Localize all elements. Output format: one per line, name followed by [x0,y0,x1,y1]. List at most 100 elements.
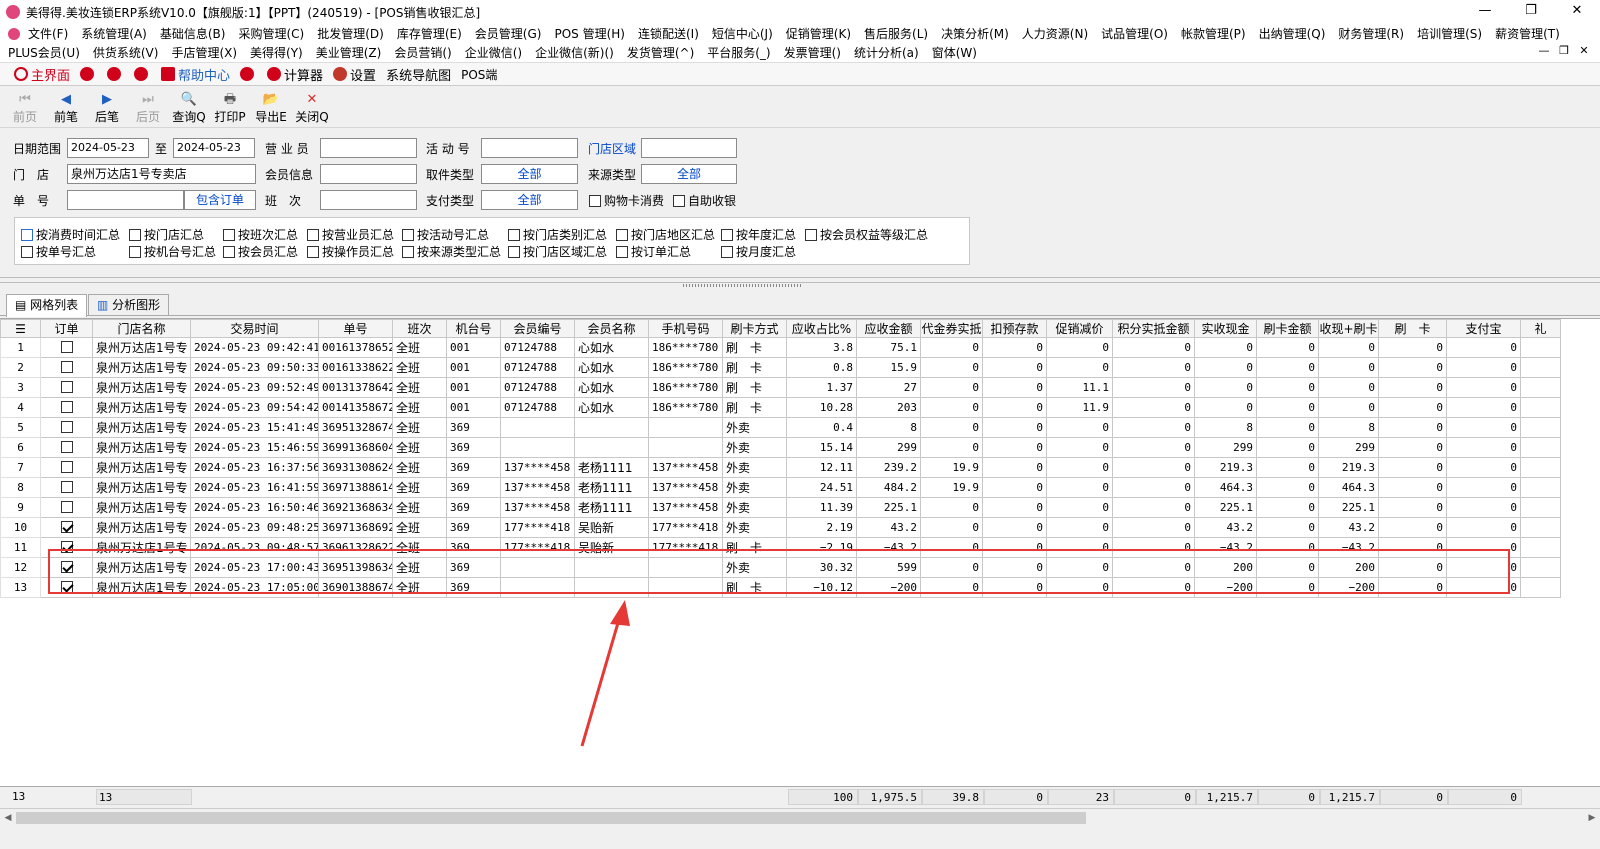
column-header[interactable]: 应收占比% [786,319,857,338]
order-checkbox[interactable] [60,361,73,373]
menu-item-row2-3[interactable]: 美得得(Y) [250,44,303,61]
lock-button[interactable] [80,67,97,81]
order-checkbox-cell[interactable] [40,577,93,598]
column-header[interactable]: 交易时间 [190,319,319,338]
summary-option[interactable]: 按门店类别汇总 [508,226,607,243]
menu-item-8[interactable]: 连锁配送(I) [638,25,699,42]
column-header[interactable]: 促销减价 [1046,319,1113,338]
column-header[interactable]: 会员名称 [574,319,649,338]
store-input[interactable]: 泉州万达店1号专卖店 [67,164,256,184]
tab-analysis-chart[interactable]: ▥ 分析图形 [88,294,170,316]
row-selector-header[interactable]: ☰ [0,319,41,338]
order-checkbox[interactable] [60,461,73,473]
table-row[interactable]: 6 泉州万达店1号专 2024-05-23 15:46:59 36991368604 全… [0,437,1561,458]
summary-option[interactable]: 按机台号汇总 [129,243,216,260]
summary-option[interactable]: 按会员权益等级汇总 [805,226,928,243]
summary-option[interactable]: 按活动号汇总 [402,226,489,243]
column-header[interactable]: 刷 卡 [1378,319,1447,338]
table-row[interactable]: 2 泉州万达店1号专 2024-05-23 09:50:33 00161338622 全… [0,357,1561,378]
source-type-select[interactable]: 全部 [641,164,737,184]
table-row[interactable]: 3 泉州万达店1号专 2024-05-23 09:52:49 00131378642 全… [0,377,1561,398]
toolbar-button-0[interactable]: ⏮ 前页 [6,92,44,127]
mdi-close-button[interactable]: ✕ [1574,44,1594,57]
column-header[interactable]: 刷卡金额 [1256,319,1319,338]
menu-item-12[interactable]: 决策分析(M) [941,25,1009,42]
column-header[interactable]: 班次 [392,319,447,338]
table-row[interactable]: 9 泉州万达店1号专 2024-05-23 16:50:46 36921368634 全… [0,497,1561,518]
help-center-button[interactable]: 帮助中心 [161,65,230,84]
menu-item-1[interactable]: 系统管理(A) [81,25,147,42]
order-checkbox-cell[interactable] [40,357,93,378]
table-row[interactable]: 7 泉州万达店1号专 2024-05-23 16:37:56 36931308624 全… [0,457,1561,478]
order-checkbox-cell[interactable] [40,497,93,518]
menu-item-7[interactable]: POS 管理(H) [554,25,625,42]
table-row[interactable]: 10 泉州万达店1号专 2024-05-23 09:48:25 36971368692… [0,517,1561,538]
table-row[interactable]: 8 泉州万达店1号专 2024-05-23 16:41:59 36971388614 全… [0,477,1561,498]
chat-button[interactable] [107,67,124,81]
mdi-restore-button[interactable]: ❐ [1554,44,1574,57]
toolbar-button-2[interactable]: ▶ 后笔 [88,92,126,127]
summary-option[interactable]: 按来源类型汇总 [402,243,501,260]
app-menu-icon[interactable] [8,27,20,40]
column-header[interactable]: 应收金额 [856,319,921,338]
menu-item-row2-0[interactable]: PLUS会员(U) [8,44,80,61]
column-header[interactable]: 收现+刷卡 [1318,319,1379,338]
order-checkbox-cell[interactable] [40,517,93,538]
order-checkbox[interactable] [60,521,73,533]
self-checkout-checkbox[interactable]: 自助收银 [673,192,736,209]
order-checkbox-cell[interactable] [40,457,93,478]
column-header[interactable]: 门店名称 [92,319,191,338]
order-checkbox-cell[interactable] [40,417,93,438]
horizontal-scrollbar[interactable]: ◀ ▶ [0,808,1600,826]
scroll-right-icon[interactable]: ▶ [1584,809,1600,827]
menu-item-18[interactable]: 培训管理(S) [1417,25,1482,42]
order-checkbox[interactable] [60,381,73,393]
menu-item-row2-8[interactable]: 发货管理(^) [627,44,694,61]
order-checkbox[interactable] [60,581,73,593]
column-header[interactable]: 刷卡方式 [722,319,787,338]
column-header[interactable]: 扣预存款 [982,319,1047,338]
menu-item-4[interactable]: 批发管理(D) [317,25,384,42]
pos-button[interactable]: POS端 [461,66,497,83]
order-checkbox[interactable] [60,481,73,493]
menu-item-10[interactable]: 促销管理(K) [786,25,851,42]
scrollbar-thumb[interactable] [16,812,1086,824]
order-checkbox[interactable] [60,341,73,353]
pickup-type-select[interactable]: 全部 [481,164,578,184]
order-no-input[interactable] [67,190,184,210]
menu-item-15[interactable]: 帐款管理(P) [1181,25,1246,42]
system-nav-button[interactable]: 系统导航图 [386,65,451,84]
card-consume-checkbox[interactable]: 购物卡消费 [589,192,664,209]
order-checkbox-cell[interactable] [40,397,93,418]
toolbar-button-5[interactable]: 🖶 打印P [211,92,249,127]
summary-option[interactable]: 按消费时间汇总 [21,226,120,243]
menu-item-row2-5[interactable]: 会员营销() [394,44,451,61]
shield-button[interactable] [134,67,151,81]
menu-item-0[interactable]: 文件(F) [28,25,68,42]
summary-option[interactable]: 按门店区域汇总 [508,243,607,260]
menu-item-row2-2[interactable]: 手店管理(X) [171,44,237,61]
toolbar-button-3[interactable]: ⏭ 后页 [129,92,167,127]
order-checkbox-cell[interactable] [40,337,93,358]
menu-item-row2-12[interactable]: 窗体(W) [932,44,977,61]
menu-item-9[interactable]: 短信中心(J) [712,25,773,42]
home-button[interactable] [240,67,257,81]
menu-item-row2-4[interactable]: 美业管理(Z) [316,44,382,61]
summary-option[interactable]: 按年度汇总 [721,226,796,243]
menu-item-row2-11[interactable]: 统计分析(a) [854,44,919,61]
settings-button[interactable]: 设置 [333,65,376,84]
activity-input[interactable] [481,138,578,158]
maximize-button[interactable]: ❐ [1508,0,1554,22]
column-header[interactable]: 会员编号 [500,319,575,338]
summary-option[interactable]: 按操作员汇总 [307,243,394,260]
mdi-minimize-button[interactable]: — [1534,44,1554,57]
menu-item-row2-6[interactable]: 企业微信() [465,44,522,61]
summary-option[interactable]: 按门店地区汇总 [616,226,715,243]
menu-item-row2-7[interactable]: 企业微信(新)() [535,44,614,61]
order-checkbox[interactable] [60,561,73,573]
menu-item-row2-1[interactable]: 供货系统(V) [93,44,159,61]
table-row[interactable]: 1 泉州万达店1号专 2024-05-23 09:42:41 00161378652 全… [0,337,1561,358]
summary-option[interactable]: 按单号汇总 [21,243,96,260]
column-header[interactable]: 机台号 [446,319,501,338]
summary-option[interactable]: 按月度汇总 [721,243,796,260]
